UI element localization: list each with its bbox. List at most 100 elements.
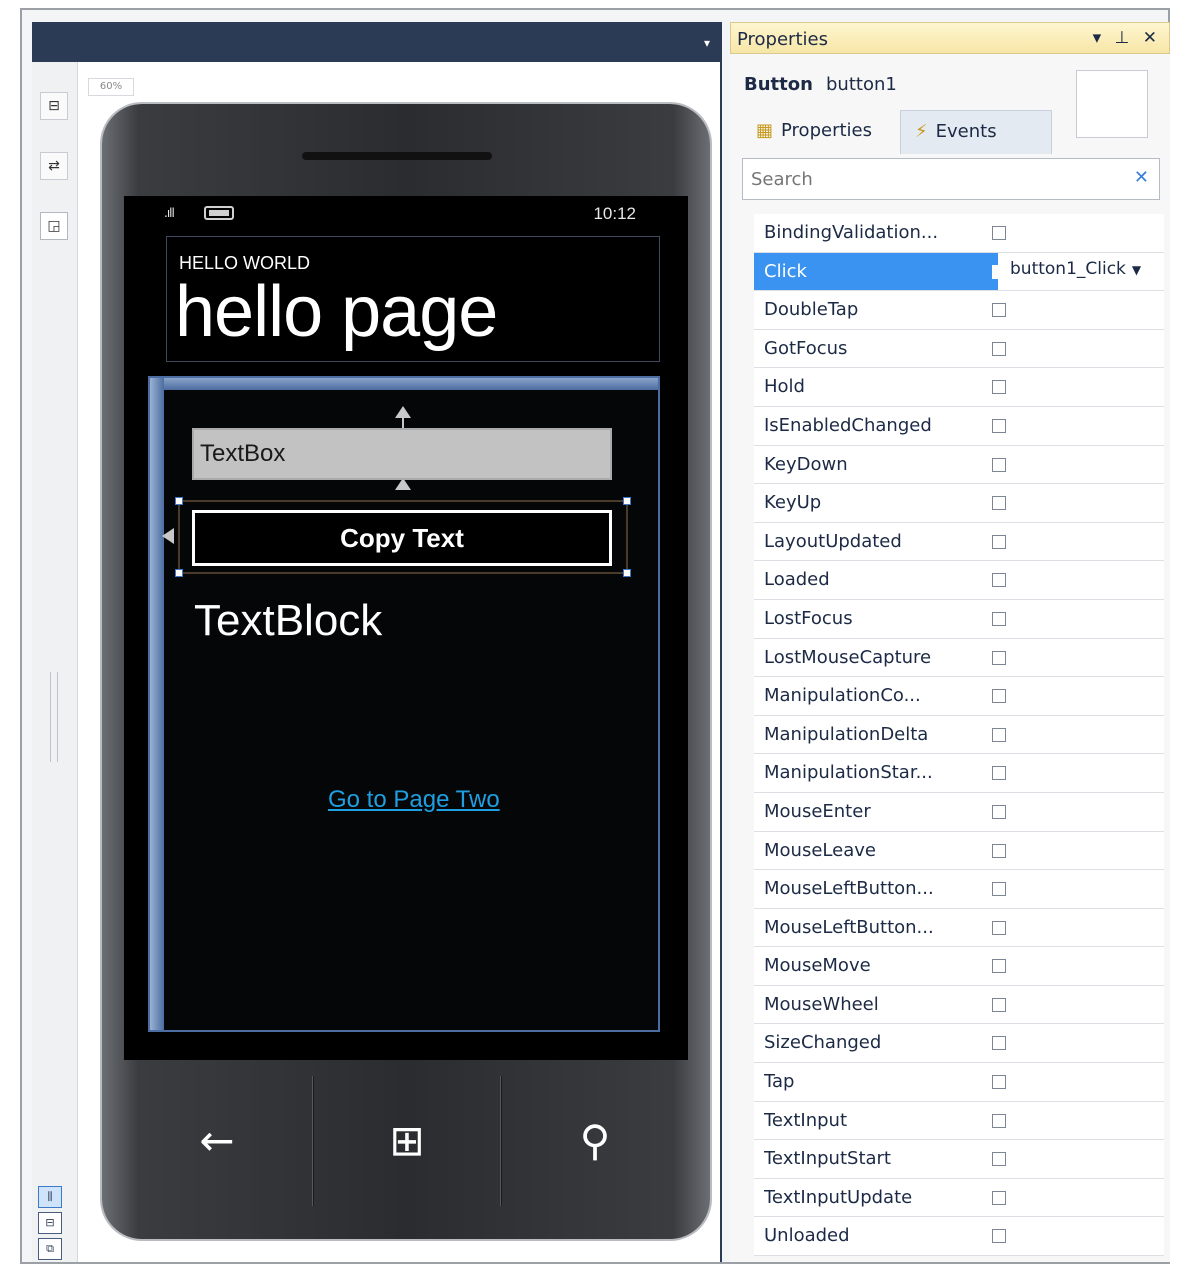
event-handler-box-icon[interactable] — [992, 843, 1006, 858]
event-handler-box-icon[interactable] — [992, 573, 1006, 588]
event-handler-box-icon[interactable] — [992, 804, 1006, 819]
search-key[interactable]: ⚲ — [502, 1076, 688, 1206]
event-name: Loaded — [764, 569, 830, 591]
grid-ruler-top — [150, 378, 658, 390]
search-input[interactable] — [751, 165, 1111, 193]
event-row[interactable]: GotFocus — [754, 329, 1164, 369]
event-handler-box-icon[interactable] — [992, 341, 1006, 356]
resize-handle[interactable] — [623, 497, 631, 505]
ide-window: ▾ ⊟ ⇄ ◲ ⫼ ⊟ ⧉ 60% .ıll 10:12 HELLO WORLD — [20, 8, 1170, 1264]
event-handler-box-icon[interactable] — [992, 380, 1006, 395]
windows-logo-icon: ⊞ — [389, 1116, 425, 1165]
event-row[interactable]: IsEnabledChanged — [754, 406, 1164, 446]
event-row[interactable]: MouseLeave — [754, 831, 1164, 871]
event-row[interactable]: ManipulationCo... — [754, 677, 1164, 716]
event-handler-box-icon[interactable] — [992, 418, 1006, 433]
swap-icon[interactable]: ⇄ — [40, 152, 68, 180]
start-key[interactable]: ⊞ — [314, 1076, 500, 1206]
event-row[interactable]: TextInput — [754, 1101, 1164, 1141]
event-handler-box-icon[interactable] — [992, 766, 1006, 781]
event-name: KeyUp — [764, 492, 822, 514]
resize-handle[interactable] — [175, 497, 183, 505]
event-row[interactable]: Hold — [754, 368, 1164, 407]
title-panel[interactable]: HELLO WORLD hello page — [166, 236, 660, 362]
event-row[interactable]: SizeChanged — [754, 1024, 1164, 1064]
resize-handle[interactable] — [175, 569, 183, 577]
event-name: ManipulationDelta — [764, 723, 929, 745]
horizontal-split-icon[interactable]: ⊟ — [38, 1212, 62, 1234]
back-arrow-icon: ← — [199, 1116, 235, 1165]
go-to-page-two-link[interactable]: Go to Page Two — [328, 786, 500, 814]
event-handler-box-icon[interactable] — [992, 959, 1006, 974]
event-row[interactable]: MouseLeftButton... — [754, 908, 1164, 948]
event-name: SizeChanged — [764, 1032, 882, 1054]
tab-properties[interactable]: ▦ Properties — [746, 112, 896, 152]
event-row[interactable]: MouseMove — [754, 947, 1164, 986]
back-key[interactable]: ← — [124, 1076, 310, 1206]
event-handler-box-icon[interactable] — [992, 457, 1006, 472]
event-handler-box-icon[interactable] — [992, 264, 1006, 279]
phone-screen: .ıll 10:12 HELLO WORLD hello page TextBo… — [124, 196, 688, 1060]
event-handler-box-icon[interactable] — [992, 611, 1006, 626]
event-handler-box-icon[interactable] — [992, 689, 1006, 704]
event-row[interactable]: LostMouseCapture — [754, 638, 1164, 678]
event-row[interactable]: LayoutUpdated — [754, 522, 1164, 562]
event-handler-box-icon[interactable] — [992, 920, 1006, 935]
event-handler-box-icon[interactable] — [992, 226, 1006, 240]
resize-handle[interactable] — [623, 569, 631, 577]
event-row[interactable]: TextInputUpdate — [754, 1178, 1164, 1218]
vertical-split-icon[interactable]: ⫼ — [38, 1186, 62, 1208]
collapse-pane-icon[interactable]: ⧉ — [38, 1238, 62, 1260]
copy-text-button[interactable]: Copy Text — [192, 510, 612, 566]
select-icon[interactable]: ◲ — [40, 212, 68, 240]
event-name: MouseMove — [764, 955, 871, 977]
collapse-icon[interactable]: ⊟ — [40, 92, 68, 120]
event-handler-box-icon[interactable] — [992, 534, 1006, 549]
event-handler-box-icon[interactable] — [992, 650, 1006, 665]
event-handler-box-icon[interactable] — [992, 882, 1006, 897]
object-name[interactable]: button1 — [826, 74, 897, 95]
event-handler-box-icon[interactable] — [992, 1152, 1006, 1167]
zoom-level[interactable]: 60% — [88, 78, 134, 96]
event-handler-box-icon[interactable] — [992, 1036, 1006, 1051]
dropdown-caret-icon[interactable]: ▼ — [1132, 263, 1141, 277]
event-row[interactable]: Loaded — [754, 561, 1164, 600]
left-margin-arrow-icon — [162, 528, 174, 544]
event-row[interactable]: ManipulationDelta — [754, 715, 1164, 755]
page-title: hello page — [175, 272, 498, 352]
event-handler-box-icon[interactable] — [992, 1229, 1006, 1244]
event-row[interactable]: Tap — [754, 1063, 1164, 1102]
signal-icon: .ıll — [164, 206, 175, 220]
tab-events[interactable]: ⚡ Events — [900, 110, 1052, 154]
event-row[interactable]: BindingValidation... — [754, 214, 1164, 253]
event-row[interactable]: KeyUp — [754, 484, 1164, 523]
textblock-control[interactable]: TextBlock — [194, 596, 382, 646]
event-handler-box-icon[interactable] — [992, 496, 1006, 511]
event-name: KeyDown — [764, 453, 848, 475]
event-handler-box-icon[interactable] — [992, 303, 1006, 318]
event-handler-box-icon[interactable] — [992, 727, 1006, 742]
event-handler-value[interactable]: button1_Click ▼ — [1010, 259, 1141, 279]
designer-dropdown-icon[interactable]: ▾ — [704, 36, 710, 50]
event-row[interactable]: MouseEnter — [754, 792, 1164, 832]
event-handler-box-icon[interactable] — [992, 1190, 1006, 1205]
search-box: ✕ — [742, 158, 1160, 200]
event-handler-box-icon[interactable] — [992, 1075, 1006, 1090]
lightning-icon: ⚡ — [915, 121, 928, 142]
event-row[interactable]: DoubleTap — [754, 291, 1164, 330]
event-handler-box-icon[interactable] — [992, 997, 1006, 1012]
event-row[interactable]: MouseLeftButton... — [754, 870, 1164, 909]
clear-search-icon[interactable]: ✕ — [1134, 167, 1149, 188]
event-row[interactable]: TextInputStart — [754, 1140, 1164, 1179]
event-row[interactable]: Click button1_Click ▼ — [754, 252, 1164, 292]
event-name: TextInput — [764, 1109, 848, 1131]
event-row[interactable]: KeyDown — [754, 445, 1164, 485]
event-row[interactable]: LostFocus — [754, 599, 1164, 639]
event-row[interactable]: ManipulationStar... — [754, 754, 1164, 793]
event-handler-box-icon[interactable] — [992, 1113, 1006, 1128]
splitter-grip[interactable] — [50, 672, 58, 762]
panel-controls-icon[interactable]: ▾ ⊥ ✕ — [1093, 28, 1161, 48]
textbox-control[interactable]: TextBox — [192, 428, 612, 480]
event-row[interactable]: Unloaded — [754, 1217, 1164, 1257]
event-row[interactable]: MouseWheel — [754, 985, 1164, 1025]
